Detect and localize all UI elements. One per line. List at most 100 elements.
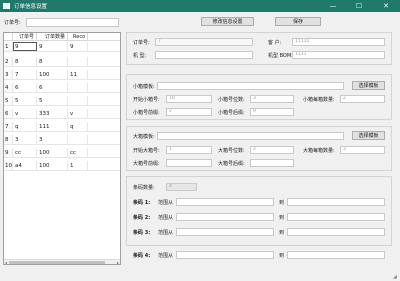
table-cell[interactable]: 3 <box>13 135 37 144</box>
barcode-count-field[interactable]: 4 <box>166 183 197 191</box>
table-row[interactable]: 3 7 100 11 <box>4 70 120 80</box>
barcode-range-from-field[interactable] <box>176 251 274 259</box>
horizontal-scrollbar[interactable]: ◂ ▸ <box>4 259 120 265</box>
table-row[interactable]: 833 <box>4 135 120 145</box>
row-number: 4 <box>4 83 13 92</box>
barcode-range-from-field[interactable] <box>176 198 274 206</box>
save-button[interactable]: 保存 <box>275 17 321 26</box>
modify-settings-button[interactable]: 修改信息设置 <box>201 17 254 26</box>
table-cell[interactable]: 1 <box>68 161 88 170</box>
barcode-range-from-field[interactable] <box>176 213 274 221</box>
table-cell[interactable]: cc <box>13 148 37 157</box>
customer-field[interactable]: 11111 <box>292 38 385 46</box>
big-box-per-box-label: 大箱每箱数量: <box>303 148 335 154</box>
model-bom-label: 机型 BOM: <box>268 53 293 59</box>
small-box-digits-field[interactable]: 3 <box>250 95 294 103</box>
orders-table[interactable]: 订单号 订单数量 Reco 1999 288 3 7 100 11 466 555 6… <box>3 32 121 265</box>
table-cell[interactable]: 3 <box>37 135 68 144</box>
resize-grip-icon[interactable]: ◢ <box>393 274 397 280</box>
table-cell[interactable]: 100 <box>37 70 68 79</box>
table-cell[interactable]: a4 <box>13 161 37 170</box>
range-from-label: 范围从 <box>158 230 174 236</box>
table-row[interactable]: 10 a4 100 1 <box>4 161 120 171</box>
range-from-label: 范围从 <box>158 253 174 259</box>
table-cell[interactable]: 7 <box>13 70 37 79</box>
table-cell[interactable] <box>68 135 88 144</box>
big-box-prefix-field[interactable] <box>166 159 212 167</box>
row-number: 5 <box>4 96 13 105</box>
table-cell[interactable]: 6 <box>37 83 68 92</box>
table-cell[interactable]: 6 <box>13 83 37 92</box>
small-box-suffix-field[interactable]: 9 <box>250 108 294 116</box>
info-order-number-field[interactable]: 7 <box>155 38 253 46</box>
table-cell[interactable]: v <box>68 109 88 118</box>
model-field[interactable] <box>155 51 253 59</box>
small-box-per-box-label: 小箱每箱数量: <box>303 97 335 103</box>
table-row[interactable]: 7 q 111 q <box>4 122 120 132</box>
order-number-input[interactable] <box>26 18 119 27</box>
table-cell[interactable]: 100 <box>37 148 68 157</box>
table-cell[interactable]: 5 <box>13 96 37 105</box>
table-cell[interactable]: q <box>68 122 88 131</box>
table-cell[interactable]: v <box>13 109 37 118</box>
table-cell[interactable]: q <box>13 122 37 131</box>
row-number: 6 <box>4 109 13 118</box>
barcode-row-label: 条码 4: <box>133 253 151 259</box>
table-cell[interactable]: 8 <box>37 57 68 66</box>
table-row[interactable]: 9 cc 100 cc <box>4 148 120 158</box>
table-cell[interactable]: 111 <box>37 122 68 131</box>
window-title: 订单信息设置 <box>14 4 48 10</box>
range-from-label: 范围从 <box>158 200 174 206</box>
column-header[interactable]: 订单数量 <box>37 33 68 40</box>
small-box-start-field[interactable]: 10 <box>166 95 212 103</box>
big-box-template-path[interactable] <box>157 132 344 140</box>
big-box-digits-field[interactable]: 2 <box>250 146 294 154</box>
app-icon <box>3 3 10 9</box>
barcode-range-to-field[interactable] <box>287 251 385 259</box>
barcode-range-to-field[interactable] <box>287 198 385 206</box>
table-row[interactable]: 1999 <box>4 42 120 52</box>
table-row[interactable]: 6 v 333 v <box>4 109 120 119</box>
scroll-right-icon[interactable]: ▸ <box>117 260 119 265</box>
range-from-label: 范围从 <box>158 215 174 221</box>
small-box-prefix-field[interactable]: v <box>166 108 212 116</box>
small-box-digits-label: 小箱号位数: <box>218 97 245 103</box>
table-cell[interactable]: 333 <box>37 109 68 118</box>
table-cell[interactable]: 9 <box>37 42 68 51</box>
range-to-label: 到 <box>279 200 285 206</box>
big-box-suffix-field[interactable] <box>250 159 294 167</box>
range-to-label: 到 <box>279 230 285 236</box>
big-box-select-template-button[interactable]: 选择模板 <box>352 131 385 140</box>
maximize-button[interactable]: ☐ <box>347 0 371 12</box>
table-cell[interactable] <box>68 96 88 105</box>
table-cell[interactable]: 9 <box>68 42 88 51</box>
small-box-per-box-field[interactable]: 2 <box>340 95 385 103</box>
scroll-left-icon[interactable]: ◂ <box>5 260 7 265</box>
table-cell[interactable] <box>68 83 88 92</box>
table-row[interactable]: 288 <box>4 57 120 67</box>
table-cell[interactable]: cc <box>68 148 88 157</box>
table-row[interactable]: 555 <box>4 96 120 106</box>
table-cell[interactable] <box>68 57 88 66</box>
table-cell[interactable]: 5 <box>37 96 68 105</box>
barcode-range-to-field[interactable] <box>287 228 385 236</box>
big-box-template-label: 大箱模板: <box>133 134 155 140</box>
minimize-button[interactable]: — <box>321 0 345 12</box>
column-header[interactable]: Reco <box>68 33 88 40</box>
barcode-range-from-field[interactable] <box>176 228 274 236</box>
close-button[interactable]: ✕ <box>374 0 398 12</box>
table-row[interactable]: 466 <box>4 83 120 93</box>
table-cell[interactable]: 100 <box>37 161 68 170</box>
table-cell[interactable]: 8 <box>13 57 37 66</box>
table-cell[interactable]: 11 <box>68 70 88 79</box>
big-box-start-field[interactable]: 1 <box>166 146 212 154</box>
column-header[interactable]: 订单号 <box>13 33 37 40</box>
small-box-template-path[interactable] <box>157 82 344 90</box>
barcode-range-to-field[interactable] <box>287 213 385 221</box>
big-box-per-box-field[interactable]: 3 <box>340 146 385 154</box>
small-box-select-template-button[interactable]: 选择模板 <box>352 81 385 90</box>
big-box-start-label: 开始大箱号: <box>133 148 160 154</box>
scrollbar-thumb[interactable] <box>9 261 105 264</box>
table-cell[interactable]: 9 <box>13 42 37 51</box>
model-bom-field[interactable]: 1111 <box>292 51 385 59</box>
